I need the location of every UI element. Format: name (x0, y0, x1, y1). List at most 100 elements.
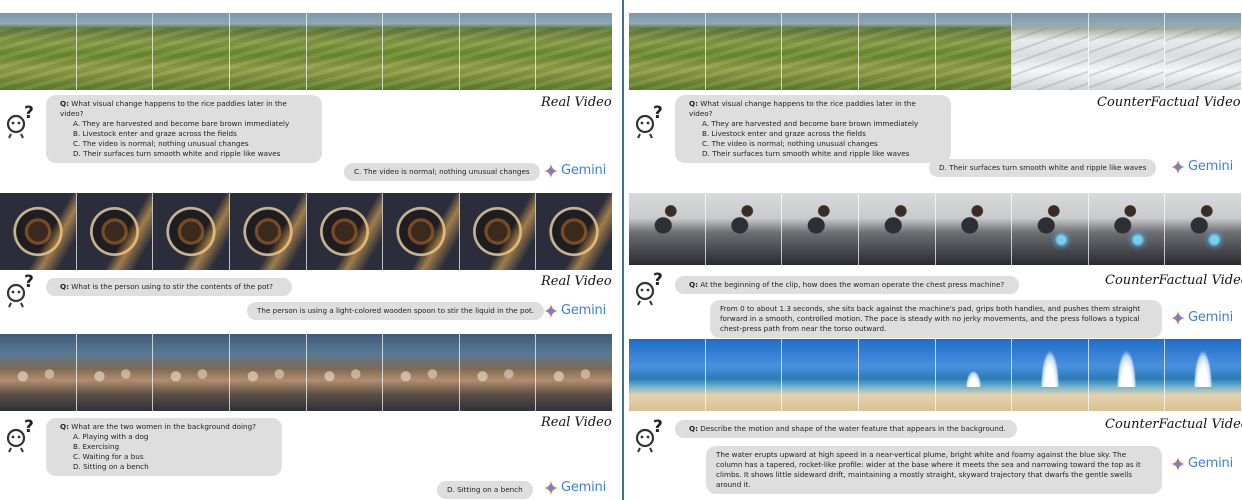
video-frame-strip (629, 13, 1241, 90)
svg-text:?: ? (24, 273, 34, 292)
gemini-logo: Gemini (1171, 159, 1233, 174)
video-frame (0, 193, 77, 270)
video-frame (1088, 13, 1166, 90)
answer-bubble: The person is using a light-colored wood… (247, 302, 545, 320)
video-frame (0, 334, 77, 411)
video-frame (229, 334, 307, 411)
gemini-wordmark: Gemini (561, 480, 606, 495)
answer-bubble: C. The video is normal; nothing unusual … (344, 163, 540, 181)
robot-question-icon: ? (632, 103, 666, 140)
answer-option: B. Livestock enter and graze across the … (73, 129, 237, 138)
video-frame (1165, 13, 1241, 90)
answer-option: D. Their surfaces turn smooth white and … (702, 149, 910, 158)
video-frame (459, 334, 537, 411)
video-frame (76, 193, 154, 270)
answer-option: D. Their surfaces turn smooth white and … (73, 149, 281, 158)
answer-option: C. The video is normal; nothing unusual … (702, 139, 878, 148)
video-frame (306, 334, 384, 411)
video-frame (459, 13, 537, 90)
gemini-sparkle-icon (1171, 456, 1185, 471)
video-frame (459, 193, 537, 270)
video-frame (858, 193, 936, 265)
video-frame (153, 334, 230, 411)
svg-text:?: ? (653, 271, 663, 290)
question-prefix: Q: (689, 424, 698, 433)
video-frame (536, 334, 612, 411)
video-frame (782, 13, 859, 90)
video-frame (383, 193, 460, 270)
video-frame (1012, 339, 1089, 411)
video-frame (858, 13, 936, 90)
question-text: What are the two women in the background… (71, 422, 256, 431)
gemini-logo: Gemini (1171, 456, 1233, 471)
video-frame (306, 193, 384, 270)
video-type-label: Real Video (541, 274, 612, 289)
video-frame (629, 339, 706, 411)
gemini-wordmark: Gemini (561, 303, 606, 318)
video-frame (536, 193, 612, 270)
video-frame (782, 193, 859, 265)
video-frame (0, 13, 77, 90)
video-frame (1165, 339, 1241, 411)
gemini-wordmark: Gemini (561, 163, 606, 178)
question-bubble: Q: What visual change happens to the ric… (46, 95, 322, 163)
question-bubble: Q: At the beginning of the clip, how doe… (675, 276, 1019, 294)
video-frame (705, 339, 783, 411)
video-frame (1165, 193, 1241, 265)
question-bubble: Q: What is the person using to stir the … (46, 278, 292, 296)
video-frame-strip (0, 13, 612, 90)
gemini-logo: Gemini (544, 480, 606, 495)
robot-question-icon: ? (3, 272, 37, 309)
video-frame (705, 193, 783, 265)
answer-option: B. Exercising (73, 442, 120, 451)
robot-question-icon: ? (3, 103, 37, 140)
answer-bubble: D. Their surfaces turn smooth white and … (929, 159, 1157, 177)
answer-bubble: The water erupts upward at high speed in… (706, 446, 1162, 494)
answer-option: A. They are harvested and become bare br… (702, 119, 919, 128)
answer-option: C. The video is normal; nothing unusual … (73, 139, 249, 148)
answer-option: A. They are harvested and become bare br… (73, 119, 290, 128)
video-frame (229, 13, 307, 90)
gemini-sparkle-icon (544, 480, 558, 495)
video-frame (1012, 13, 1089, 90)
svg-text:?: ? (24, 418, 34, 437)
question-prefix: Q: (60, 282, 69, 291)
video-type-label: Real Video (541, 415, 612, 430)
video-frame-strip (0, 334, 612, 411)
video-frame (1088, 339, 1166, 411)
question-prefix: Q: (689, 280, 698, 289)
video-frame (1088, 193, 1166, 265)
video-frame (935, 339, 1013, 411)
video-frame (782, 339, 859, 411)
video-type-label: CounterFactual Video (1105, 273, 1242, 288)
gemini-sparkle-icon (1171, 310, 1185, 325)
question-bubble: Q: What are the two women in the backgro… (46, 418, 282, 476)
panel-divider (622, 0, 624, 500)
answer-bubble: D. Sitting on a bench (437, 481, 533, 499)
svg-text:?: ? (653, 104, 663, 123)
video-frame-strip (629, 339, 1241, 411)
video-frame (153, 193, 230, 270)
video-frame (629, 13, 706, 90)
gemini-sparkle-icon (544, 303, 558, 318)
question-text: Describe the motion and shape of the wat… (700, 424, 1006, 433)
robot-question-icon: ? (632, 270, 666, 307)
gemini-logo: Gemini (1171, 310, 1233, 325)
video-frame (1012, 193, 1089, 265)
video-frame (229, 193, 307, 270)
video-frame (153, 13, 230, 90)
video-frame (705, 13, 783, 90)
answer-option: B. Livestock enter and graze across the … (702, 129, 866, 138)
video-frame-strip (629, 193, 1241, 265)
gemini-logo: Gemini (544, 303, 606, 318)
question-text: What visual change happens to the rice p… (60, 99, 287, 118)
gemini-wordmark: Gemini (1188, 456, 1233, 471)
video-frame (536, 13, 612, 90)
video-frame-strip (0, 193, 612, 270)
gemini-wordmark: Gemini (1188, 310, 1233, 325)
video-frame (76, 334, 154, 411)
video-frame (76, 13, 154, 90)
video-type-label: CounterFactual Video (1105, 417, 1242, 432)
question-prefix: Q: (60, 422, 69, 431)
video-frame (383, 13, 460, 90)
